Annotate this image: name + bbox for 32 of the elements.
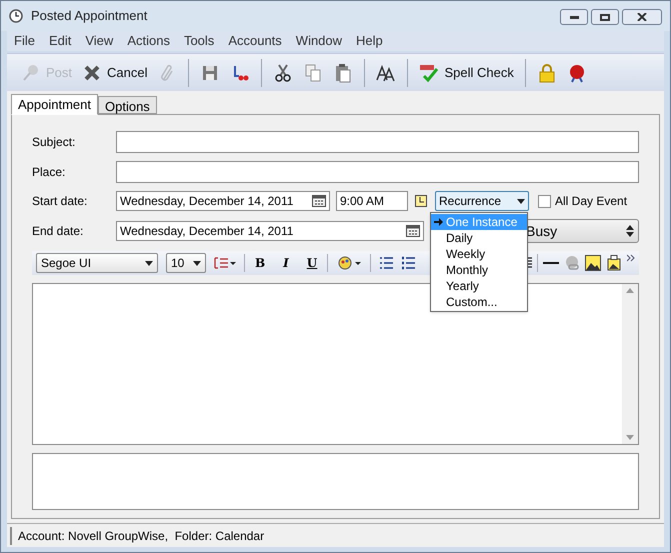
field-label: End date: (32, 223, 84, 240)
toolbar-button[interactable]: Cancel (78, 58, 152, 86)
menu-item[interactable]: Accounts (221, 31, 289, 51)
menu-item[interactable]: File (7, 31, 42, 51)
field-label: Place: (32, 164, 66, 181)
bold-button[interactable]: B (253, 254, 268, 272)
menu-item[interactable]: Tools (176, 31, 222, 51)
menu-item[interactable]: Edit (42, 31, 78, 51)
menu-option[interactable]: Monthly (431, 262, 527, 278)
menu-item[interactable]: Actions (120, 31, 177, 51)
menu-option[interactable]: Custom... (431, 294, 527, 310)
menu-option[interactable]: Weekly (431, 246, 527, 262)
underline-button[interactable]: U (304, 254, 320, 272)
field-label: Subject: (32, 134, 76, 151)
tab[interactable]: Options (98, 96, 157, 114)
menu-item[interactable]: Help (349, 31, 390, 51)
checkbox-label: All Day Event (555, 193, 628, 210)
time-field[interactable]: 9:00 AM (336, 191, 408, 211)
window-title: Posted Appointment (31, 7, 148, 26)
date-field[interactable]: Wednesday, December 14, 2011 (116, 191, 330, 211)
recurrence-dropdown[interactable]: Recurrence (435, 191, 529, 211)
font-dropdown[interactable]: Segoe UI (36, 253, 158, 273)
menu-item[interactable]: Window (288, 31, 350, 51)
status-text: Account: Novell GroupWise, Folder: Calendar (18, 528, 264, 544)
tab[interactable]: Appointment (11, 94, 98, 115)
font-size-dropdown[interactable]: 10 (166, 253, 206, 273)
menu-option[interactable]: Yearly (431, 278, 527, 294)
menu-item[interactable]: View (78, 31, 120, 51)
italic-button[interactable]: I (281, 254, 291, 272)
date-field[interactable]: Wednesday, December 14, 2011 (116, 221, 424, 241)
toolbar-button[interactable]: Spell Check (415, 58, 518, 86)
field-label: Start date: (32, 193, 88, 210)
